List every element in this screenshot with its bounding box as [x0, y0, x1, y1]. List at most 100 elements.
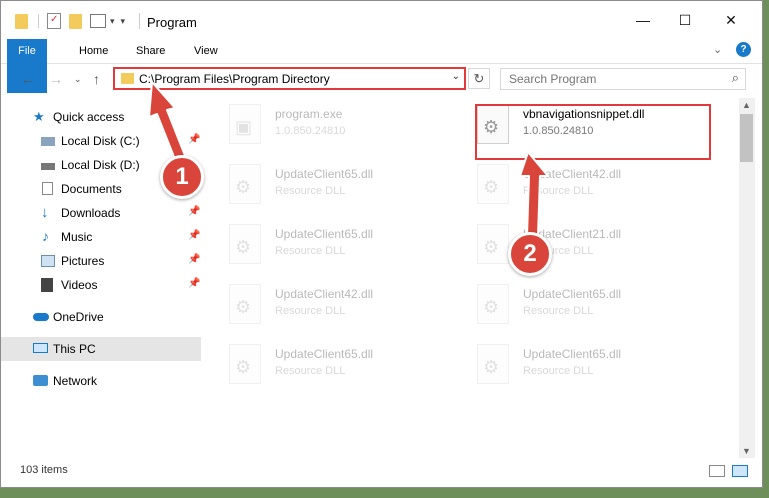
tab-share[interactable]: Share: [128, 39, 173, 63]
dll-gear-icon: ⚙: [229, 284, 261, 324]
star-icon: ★: [33, 109, 45, 124]
tab-home[interactable]: Home: [71, 39, 116, 63]
music-icon: ♪: [42, 228, 49, 244]
drive-icon: [41, 137, 55, 146]
file-type: Resource DLL: [275, 305, 346, 317]
up-arrow-icon[interactable]: ↑: [93, 71, 100, 87]
search-icon[interactable]: ⌕: [732, 70, 739, 86]
pin-icon: 📌: [188, 134, 201, 145]
close-button[interactable]: ✕: [717, 9, 745, 31]
title-divider: [139, 13, 140, 29]
file-item-program-exe[interactable]: ▣ program.exe 1.0.850.24810: [209, 98, 449, 152]
ribbon-tabs: File Home Share View ⌄ ?: [1, 39, 762, 93]
vertical-scrollbar[interactable]: ▲ ▼: [739, 98, 755, 458]
sidebar-item-label: Network: [53, 374, 98, 388]
new-folder-icon[interactable]: [69, 13, 82, 29]
dll-gear-icon: ⚙: [229, 224, 261, 264]
file-name: UpdateClient42.dll: [523, 167, 622, 181]
network-icon: [33, 375, 48, 386]
customize-icon[interactable]: [90, 14, 106, 28]
file-item[interactable]: ⚙ UpdateClient21.dll Resource DLL: [457, 218, 697, 272]
scroll-down-icon[interactable]: ▼: [742, 446, 751, 456]
file-name: UpdateClient65.dll: [275, 227, 374, 241]
file-name: program.exe: [275, 107, 343, 121]
maximize-button[interactable]: ☐: [671, 9, 699, 31]
title-bar: ✓ ▾ ▾ Program — ☐ ✕: [1, 1, 762, 39]
sidebar-item-label: Documents: [61, 182, 122, 196]
file-name: UpdateClient65.dll: [523, 287, 622, 301]
step-badge-2: 2: [508, 232, 552, 276]
chevron-down-icon[interactable]: ▾: [110, 16, 115, 27]
recent-locations-chevron-icon[interactable]: ⌄: [74, 74, 82, 85]
file-type: Resource DLL: [523, 305, 594, 317]
sidebar-item-pictures[interactable]: Pictures 📌: [1, 249, 201, 273]
search-box[interactable]: ⌕: [500, 68, 746, 90]
help-icon[interactable]: ?: [736, 42, 751, 57]
divider: [38, 14, 39, 28]
scroll-up-icon[interactable]: ▲: [742, 100, 751, 110]
chevron-down-icon[interactable]: ⌄: [452, 71, 460, 82]
dll-gear-icon: ⚙: [477, 284, 509, 324]
file-version: 1.0.850.24810: [275, 125, 346, 137]
tab-view[interactable]: View: [186, 39, 226, 63]
sidebar-item-network[interactable]: Network: [1, 369, 201, 393]
file-item[interactable]: ⚙ UpdateClient65.dll Resource DLL: [209, 218, 449, 272]
videos-icon: [41, 278, 53, 292]
drive-icon: [41, 163, 55, 170]
folder-icon[interactable]: [15, 13, 28, 29]
address-bar[interactable]: C:\Program Files\Program Directory ⌄: [113, 67, 466, 90]
computer-icon: [33, 343, 48, 353]
sidebar-item-music[interactable]: ♪ Music 📌: [1, 225, 201, 249]
search-input[interactable]: [507, 71, 711, 87]
file-type: Resource DLL: [275, 245, 346, 257]
forward-arrow-icon[interactable]: →: [49, 71, 63, 87]
folder-icon: [121, 73, 134, 84]
large-icons-view-icon[interactable]: [732, 465, 748, 477]
file-name: UpdateClient65.dll: [523, 347, 622, 361]
file-item[interactable]: ⚙ UpdateClient65.dll Resource DLL: [457, 278, 697, 332]
sidebar-item-this-pc[interactable]: This PC: [1, 337, 201, 361]
sidebar-item-label: Local Disk (D:): [61, 158, 140, 172]
sidebar-item-onedrive[interactable]: OneDrive: [1, 305, 201, 329]
file-type: Resource DLL: [523, 365, 594, 377]
details-view-icon[interactable]: [709, 465, 725, 477]
refresh-button[interactable]: ↻: [468, 68, 490, 89]
pin-icon: 📌: [188, 254, 201, 265]
address-path[interactable]: C:\Program Files\Program Directory: [139, 72, 330, 86]
cloud-icon: [33, 313, 49, 321]
highlight-box: [475, 104, 711, 160]
sidebar-item-label: Pictures: [61, 254, 105, 268]
file-item[interactable]: ⚙ UpdateClient65.dll Resource DLL: [209, 158, 449, 212]
file-item[interactable]: ⚙ UpdateClient42.dll Resource DLL: [209, 278, 449, 332]
dll-gear-icon: ⚙: [477, 164, 509, 204]
scroll-thumb[interactable]: [740, 114, 753, 162]
minimize-button[interactable]: —: [629, 9, 657, 31]
sidebar-item-videos[interactable]: Videos 📌: [1, 273, 201, 297]
sidebar-item-label: Local Disk (C:): [61, 134, 140, 148]
sidebar-item-downloads[interactable]: ↓ Downloads 📌: [1, 201, 201, 225]
sidebar-item-quick-access[interactable]: ★ Quick access: [1, 105, 201, 129]
pictures-icon: [41, 255, 55, 267]
properties-icon[interactable]: ✓: [47, 13, 61, 29]
file-name: UpdateClient65.dll: [275, 347, 374, 361]
expand-ribbon-icon[interactable]: ⌄: [713, 43, 722, 56]
dropdown-arrow-icon[interactable]: ▾: [121, 16, 126, 27]
navigation-pane: ★ Quick access Local Disk (C:) 📌 Local D…: [1, 98, 201, 458]
dll-gear-icon: ⚙: [477, 344, 509, 384]
file-item[interactable]: ⚙ UpdateClient65.dll Resource DLL: [209, 338, 449, 392]
refresh-icon: ↻: [473, 71, 485, 86]
document-icon: [42, 182, 53, 195]
file-type: Resource DLL: [275, 185, 346, 197]
file-item[interactable]: ⚙ UpdateClient42.dll Resource DLL: [457, 158, 697, 212]
file-list: ▣ program.exe 1.0.850.24810 ⚙ vbnavigati…: [209, 98, 739, 458]
sidebar-item-label: Music: [61, 230, 93, 244]
step-badge-1: 1: [160, 155, 204, 199]
sidebar-item-local-disk-c[interactable]: Local Disk (C:) 📌: [1, 129, 201, 153]
file-item[interactable]: ⚙ UpdateClient65.dll Resource DLL: [457, 338, 697, 392]
pin-icon: 📌: [188, 206, 201, 217]
back-arrow-icon[interactable]: ←: [21, 71, 35, 87]
pin-icon: 📌: [188, 230, 201, 241]
pin-icon: 📌: [188, 278, 201, 289]
dll-gear-icon: ⚙: [229, 164, 261, 204]
exe-file-icon: ▣: [229, 104, 261, 144]
